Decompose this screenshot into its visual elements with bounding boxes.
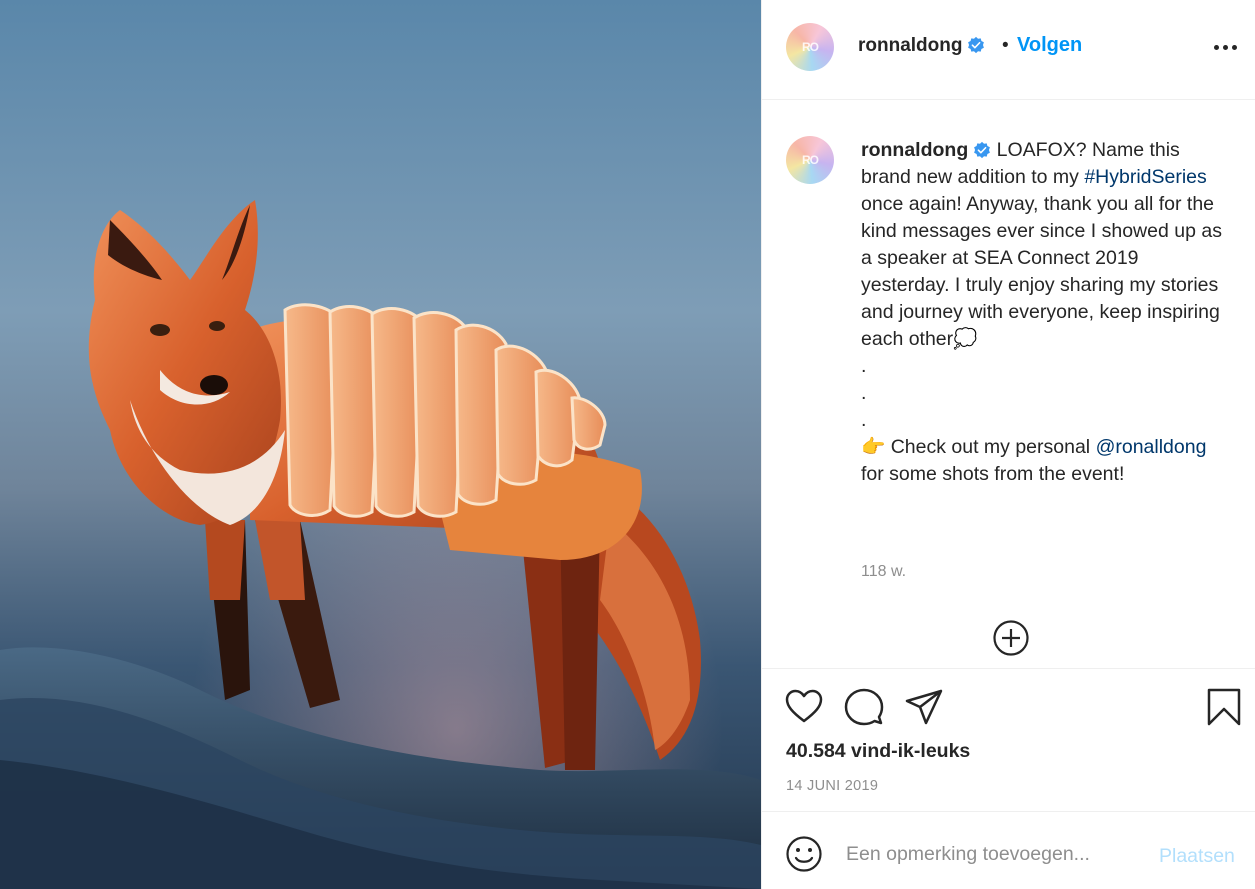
caption-text-2: once again! Anyway, thank you all for th… xyxy=(861,193,1222,350)
hashtag-link[interactable]: #HybridSeries xyxy=(1084,166,1206,188)
share-icon[interactable] xyxy=(904,687,944,727)
thought-bubble-icon: 💭 xyxy=(953,328,978,350)
load-more-comments-icon[interactable] xyxy=(992,619,1030,657)
avatar-initials: RO xyxy=(802,153,819,167)
avatar-initials: RO xyxy=(802,40,819,54)
comment-input[interactable] xyxy=(846,839,1146,869)
fox-bread-illustration xyxy=(0,0,761,889)
caption-username[interactable]: ronnaldong xyxy=(861,139,968,161)
post-panel: RO ronnaldong • Volgen RO ronnaldong LOA… xyxy=(761,0,1255,889)
caption-dot-1: . xyxy=(861,355,867,377)
action-bar: 40.584 vind-ik-leuks 14 JUNI 2019 xyxy=(762,668,1255,811)
caption-timestamp[interactable]: 118 w. xyxy=(861,563,906,581)
bookmark-icon[interactable] xyxy=(1204,687,1244,727)
emoji-icon[interactable] xyxy=(784,834,824,874)
avatar[interactable]: RO xyxy=(786,23,834,71)
caption-dot-2: . xyxy=(861,382,867,404)
caption-text-3: Check out my personal xyxy=(890,436,1091,458)
separator-dot: • xyxy=(1002,35,1009,56)
post-image[interactable] xyxy=(0,0,761,889)
comment-icon[interactable] xyxy=(844,687,884,727)
post-caption: ronnaldong LOAFOX? Name this brand new a… xyxy=(861,137,1231,488)
post-header: RO ronnaldong • Volgen xyxy=(762,0,1255,100)
follow-button[interactable]: Volgen xyxy=(1017,34,1082,57)
post-date[interactable]: 14 JUNI 2019 xyxy=(786,778,878,794)
verified-badge-icon xyxy=(974,141,991,159)
mention-link[interactable]: @ronalldong xyxy=(1096,436,1207,458)
comment-composer: Plaatsen xyxy=(762,811,1255,889)
header-username[interactable]: ronnaldong xyxy=(858,35,985,57)
likes-count[interactable]: 40.584 vind-ik-leuks xyxy=(786,740,970,763)
username-text[interactable]: ronnaldong xyxy=(858,35,962,56)
post-comment-button[interactable]: Plaatsen xyxy=(1159,845,1235,868)
caption-text-4: for some shots from the event! xyxy=(861,463,1125,485)
caption-dot-3: . xyxy=(861,409,867,431)
more-options-icon[interactable] xyxy=(1214,36,1242,56)
heart-icon[interactable] xyxy=(784,687,824,727)
verified-badge-icon xyxy=(968,36,985,54)
pointing-hand-icon: 👉 xyxy=(861,436,886,458)
comments-section: RO ronnaldong LOAFOX? Name this brand ne… xyxy=(762,101,1255,668)
caption-avatar[interactable]: RO xyxy=(786,136,834,184)
